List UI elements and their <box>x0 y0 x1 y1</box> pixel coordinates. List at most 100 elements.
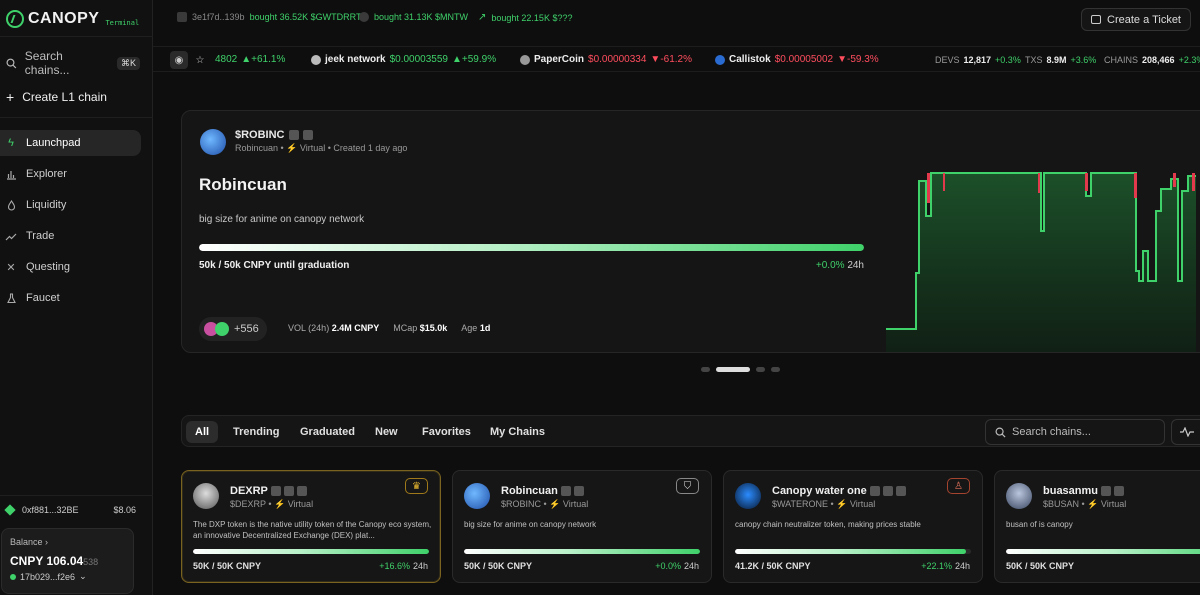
ticker-item[interactable]: 4802 ▲+61.1% <box>215 54 285 65</box>
chain-name: Canopy water one <box>772 485 906 497</box>
tab-new[interactable]: New <box>366 421 407 443</box>
chain-ticker: $BUSAN • ⚡ Virtual <box>1043 499 1127 509</box>
carousel-dot[interactable] <box>756 367 765 372</box>
brand-logo[interactable]: CANOPY Terminal <box>6 10 139 28</box>
carousel-dot[interactable] <box>716 367 750 372</box>
chain-description: The DXP token is the native utility toke… <box>193 520 432 540</box>
ticker-item[interactable]: PaperCoin $0.00000334 ▼-61.2% <box>520 54 692 65</box>
card-amount: 50K / 50K CNPY <box>464 561 533 571</box>
carousel-dot[interactable] <box>701 367 710 372</box>
create-ticket-button[interactable]: Create a Ticket <box>1081 8 1191 31</box>
wallet-row[interactable]: 0xf881...32BE $8.06 <box>4 504 136 516</box>
activity-text: bought 31.13K $MNTW <box>374 12 469 22</box>
avatar <box>177 12 187 22</box>
hero-change: +0.0% 24h <box>815 260 864 271</box>
ticker-price: $0.00005002 <box>774 54 834 65</box>
avatar <box>735 483 761 509</box>
activity-item[interactable]: bought 31.13K $MNTW <box>359 12 468 22</box>
avatar <box>1006 483 1032 509</box>
canopy-logo-icon <box>6 10 24 28</box>
ticket-icon <box>1091 15 1102 24</box>
progress-fill <box>193 549 429 554</box>
sidebar-item-explorer[interactable]: Explorer <box>0 161 141 187</box>
chain-name: DEXRP <box>230 485 307 497</box>
activity-item[interactable]: 3e1f7d..139b bought 36.52K $GWTDRRT <box>177 12 361 22</box>
trend-icon <box>5 230 17 242</box>
chain-ticker: $ROBINC • ⚡ Virtual <box>501 499 589 509</box>
chain-card[interactable]: Robincuan $ROBINC • ⚡ Virtual ⛉ big size… <box>452 470 712 583</box>
divider <box>0 36 153 37</box>
chain-card[interactable]: buasanmu $BUSAN • ⚡ Virtual busan of is … <box>994 470 1200 583</box>
balance-address[interactable]: 17b029...f2e6 ⌄ <box>10 571 125 582</box>
sidebar-item-label: Liquidity <box>26 199 67 211</box>
carousel-indicator <box>701 367 780 372</box>
sidebar-nav: ϟ Launchpad Explorer Liquidity Trade ✕ Q… <box>0 130 153 316</box>
progress-label: 50k / 50k CNPY until graduation <box>199 260 350 271</box>
age-stat: Age 1d <box>461 323 491 333</box>
card-amount: 41.2K / 50K CNPY <box>735 561 811 571</box>
tab-favorites[interactable]: Favorites <box>413 421 480 443</box>
sidebar-item-launchpad[interactable]: ϟ Launchpad <box>0 130 141 156</box>
filter-bar: All Trending Graduated New Favorites My … <box>181 415 1200 447</box>
sidebar-item-questing[interactable]: ✕ Questing <box>0 254 141 280</box>
avatar <box>311 54 321 65</box>
balance-card[interactable]: Balance › CNPY 106.04538 17b029...f2e6 ⌄ <box>1 528 134 594</box>
avatar <box>200 129 226 155</box>
search-shortcut: ⌘K <box>116 56 140 70</box>
carousel-dot[interactable] <box>771 367 780 372</box>
medal-icon: ♙ <box>947 478 970 494</box>
shield-icon: ⛉ <box>676 478 699 494</box>
sidebar-item-trade[interactable]: Trade <box>0 223 141 249</box>
card-progress-bar <box>1006 549 1200 554</box>
chain-name: buasanmu <box>1043 485 1125 497</box>
activity-user: 3e1f7d..139b <box>192 12 245 22</box>
featured-chain-card[interactable]: $ROBINC Robincuan • ⚡ Virtual • Created … <box>181 110 1200 353</box>
status-dot <box>10 573 16 580</box>
hero-meta: Robincuan • ⚡ Virtual • Created 1 day ag… <box>235 143 408 153</box>
tab-my-chains[interactable]: My Chains <box>481 421 554 443</box>
progress-fill <box>1006 549 1200 554</box>
card-progress-bar <box>735 549 971 554</box>
eye-icon[interactable]: ◉ <box>170 51 188 69</box>
search-icon <box>6 58 17 68</box>
sidebar-item-liquidity[interactable]: Liquidity <box>0 192 141 218</box>
activity-item[interactable]: ↗ bought 22.15K $??? <box>478 12 572 23</box>
ticker-price: $0.00000334 <box>588 54 647 65</box>
ticker-name: jeek network <box>325 54 386 65</box>
chain-search-input[interactable]: Search chains... <box>985 419 1165 445</box>
activity-text: bought 22.15K $??? <box>491 12 573 23</box>
sidebar-item-label: Questing <box>26 261 71 273</box>
graduation-progress-bar <box>199 244 864 251</box>
bolt-icon: ϟ <box>8 137 14 149</box>
brand-sub: Terminal <box>105 19 140 27</box>
sidebar-item-label: Explorer <box>26 168 67 180</box>
chain-card[interactable]: DEXRP $DEXRP • ⚡ Virtual ♛ The DXP token… <box>181 470 441 583</box>
app-root: CANOPY Terminal Search chains... ⌘K + Cr… <box>0 0 1200 595</box>
holders-count: +556 <box>234 323 259 335</box>
holders-badge[interactable]: +556 <box>199 317 267 341</box>
vol-stat: VOL (24h) 2.4M CNPY <box>288 323 380 333</box>
price-chart <box>886 172 1196 352</box>
activity-filter-button[interactable] <box>1171 419 1200 445</box>
search-placeholder: Search chains... <box>1012 426 1091 438</box>
balance-label: Balance › <box>10 537 49 547</box>
swords-icon: ✕ <box>6 261 16 274</box>
sidebar: CANOPY Terminal Search chains... ⌘K + Cr… <box>0 0 153 595</box>
sidebar-item-faucet[interactable]: Faucet <box>0 285 141 311</box>
star-icon[interactable]: ☆ <box>191 51 209 69</box>
chevron-down-icon: ⌄ <box>79 571 87 581</box>
card-progress-bar <box>464 549 700 554</box>
divider <box>0 117 153 118</box>
avatar <box>715 54 725 65</box>
tab-trending[interactable]: Trending <box>224 421 288 443</box>
ticker-item[interactable]: jeek network $0.00003559 ▲+59.9% <box>311 54 496 65</box>
tab-graduated[interactable]: Graduated <box>291 421 364 443</box>
sidebar-item-label: Faucet <box>26 292 60 304</box>
ticker-item[interactable]: Callistok $0.00005002 ▼-59.3% <box>715 54 879 65</box>
sidebar-search[interactable]: Search chains... ⌘K <box>6 49 140 77</box>
create-l1-chain-button[interactable]: + Create L1 chain <box>6 89 107 105</box>
chain-card[interactable]: Canopy water one $WATERONE • ⚡ Virtual ♙… <box>723 470 983 583</box>
balance-value: CNPY 106.04538 <box>10 554 99 568</box>
price-ticker: ◉ ☆ 4802 ▲+61.1% jeek network $0.0000355… <box>153 46 1200 72</box>
tab-all[interactable]: All <box>186 421 219 443</box>
